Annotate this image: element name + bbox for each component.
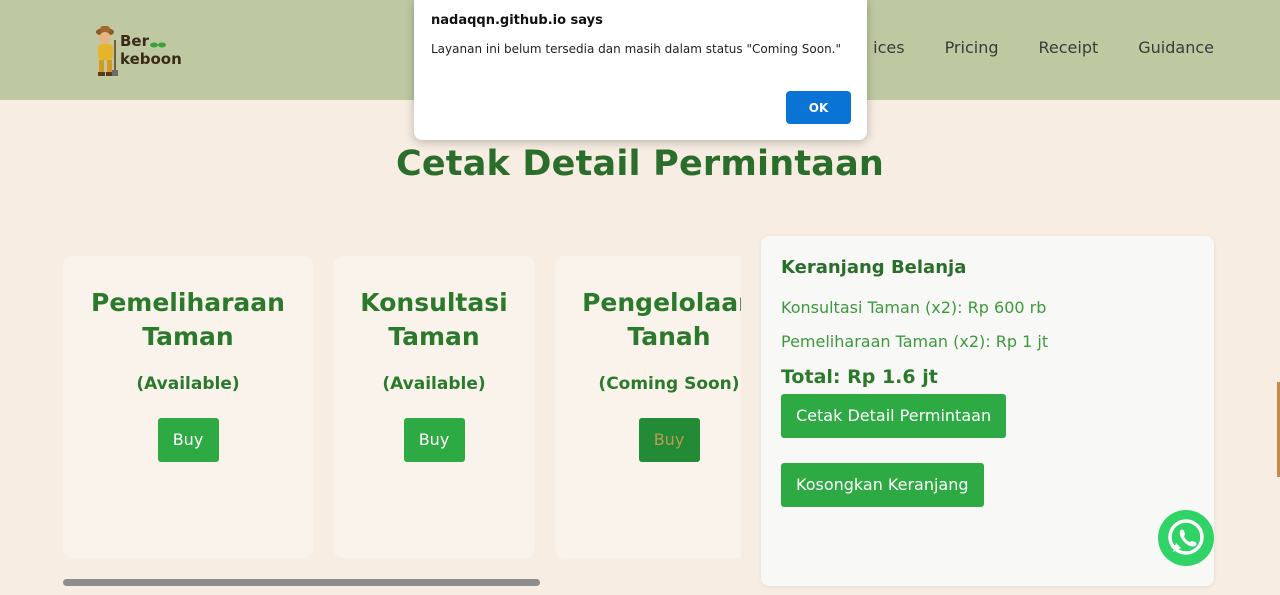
whatsapp-icon [1168,519,1204,555]
service-card-pemeliharaan: Pemeliharaan Taman (Available) Buy [63,256,313,558]
buy-button[interactable]: Buy [403,418,465,462]
nav-guidance[interactable]: Guidance [1138,38,1214,57]
logo-line-2: keboon [120,50,182,68]
cart-total: Total: Rp 1.6 jt [781,366,938,388]
card-title-line-2: Taman [388,322,480,351]
service-card-pengelolaan: Pengelolaan Tanah (Coming Soon) Buy [555,256,741,558]
whatsapp-button[interactable] [1158,510,1214,566]
card-title-line-2: Taman [142,322,234,351]
service-cards-scroller[interactable]: Pemeliharaan Taman (Available) Buy Konsu… [63,256,741,560]
shopping-cart-panel: Keranjang Belanja Konsultasi Taman (x2):… [761,236,1214,586]
card-status: (Coming Soon) [598,374,740,394]
ok-button[interactable]: OK [786,91,851,124]
dialog-origin: nadaqqn.github.io says [431,13,603,28]
page-title: Cetak Detail Permintaan [395,144,885,184]
dialog-message: Layanan ini belum tersedia dan masih dal… [431,42,842,56]
card-title-line-1: Konsultasi [360,288,508,317]
buy-button[interactable]: Buy [638,418,700,462]
alert-dialog: nadaqqn.github.io says Layanan ini belum… [414,0,867,140]
leaf-icon [150,42,166,48]
card-title-line-2: Tanah [627,322,711,351]
horizontal-scrollbar[interactable] [63,579,540,586]
print-request-button[interactable]: Cetak Detail Permintaan [781,394,1007,438]
card-status: (Available) [382,374,486,394]
farmer-mascot-logo-icon [96,26,118,76]
logo-wordmark: Ber keboon [120,32,182,68]
card-title: Pengelolaan Tanah [555,286,741,354]
card-title-line-1: Pemeliharaan [91,288,285,317]
card-title-line-1: Pengelolaan [582,288,741,317]
clear-cart-button[interactable]: Kosongkan Keranjang [781,463,984,507]
brand-logo[interactable]: Ber keboon [92,20,182,80]
buy-button[interactable]: Buy [157,418,219,462]
service-card-konsultasi: Konsultasi Taman (Available) Buy [333,256,535,558]
nav-services[interactable]: ices [873,38,904,57]
main-nav: ices Pricing Receipt Guidance [873,38,1214,57]
cart-item: Konsultasi Taman (x2): Rp 600 rb [781,298,1047,317]
card-status: (Available) [136,374,240,394]
card-title: Konsultasi Taman [333,286,535,354]
cart-title: Keranjang Belanja [781,257,967,278]
card-title: Pemeliharaan Taman [63,286,313,354]
cart-item: Pemeliharaan Taman (x2): Rp 1 jt [781,332,1049,351]
nav-pricing[interactable]: Pricing [945,38,999,57]
nav-receipt[interactable]: Receipt [1039,38,1099,57]
